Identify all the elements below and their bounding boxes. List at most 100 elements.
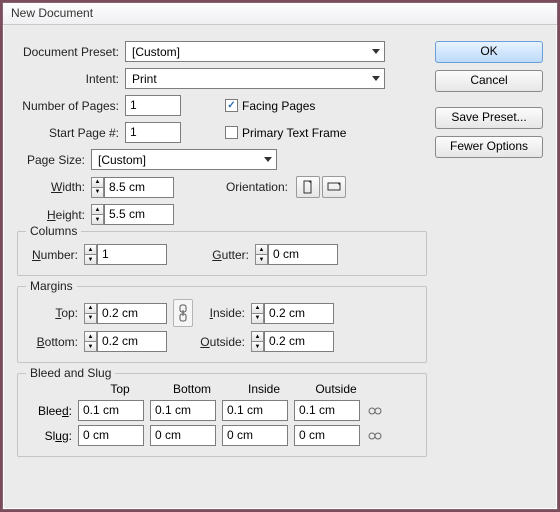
checkbox-facing-pages[interactable]: ✓ Facing Pages (225, 99, 315, 113)
checkbox-primary-text-frame[interactable]: Primary Text Frame (225, 126, 346, 140)
label-bleed: Bleed: (28, 404, 78, 418)
label-facing-pages: Facing Pages (242, 99, 315, 113)
label-columns-number: Number: (28, 248, 84, 262)
label-number-of-pages: Number of Pages: (17, 99, 125, 113)
link-slug-button[interactable] (366, 428, 384, 444)
group-columns: Columns Number: ▲▼ 1 Gutter: ▲▼ 0 cm (17, 231, 427, 276)
arrow-up-icon[interactable]: ▲ (84, 303, 97, 313)
legend-bleed-slug: Bleed and Slug (26, 366, 115, 380)
landscape-icon (327, 180, 341, 194)
arrow-down-icon[interactable]: ▼ (91, 214, 104, 225)
label-margin-bottom: Bottom: (28, 335, 84, 349)
spinner-margin-inside[interactable]: ▲▼ 0.2 cm (251, 303, 334, 324)
input-margin-bottom[interactable]: 0.2 cm (97, 331, 167, 352)
arrow-down-icon[interactable]: ▼ (84, 313, 97, 324)
group-bleed-slug: Bleed and Slug Top Bottom Inside Outside… (17, 373, 427, 457)
chain-link-icon (178, 304, 188, 322)
input-gutter[interactable]: 0 cm (268, 244, 338, 265)
input-margin-top[interactable]: 0.2 cm (97, 303, 167, 324)
arrow-up-icon[interactable]: ▲ (251, 303, 264, 313)
link-margins-button[interactable] (173, 299, 193, 327)
link-bleed-button[interactable] (366, 403, 384, 419)
select-intent-value: Print (132, 72, 157, 86)
chain-link-icon (368, 405, 382, 417)
label-slug: Slug: (28, 429, 78, 443)
arrow-down-icon[interactable]: ▼ (251, 341, 264, 352)
input-start-page[interactable]: 1 (125, 122, 181, 143)
spinner-columns-number[interactable]: ▲▼ 1 (84, 244, 167, 265)
group-margins: Margins Top: ▲▼ 0.2 cm Inside: ▲▼ 0.2 cm (17, 286, 427, 363)
input-bleed-top[interactable]: 0.1 cm (78, 400, 144, 421)
fewer-options-button[interactable]: Fewer Options (435, 136, 543, 158)
spinner-width[interactable]: ▲▼ 8.5 cm (91, 177, 174, 198)
header-outside: Outside (300, 382, 372, 396)
spinner-height[interactable]: ▲▼ 5.5 cm (91, 204, 174, 225)
arrow-down-icon[interactable]: ▼ (84, 341, 97, 352)
row-slug: Slug: 0 cm 0 cm 0 cm 0 cm (28, 425, 416, 446)
select-document-preset-value: [Custom] (132, 45, 180, 59)
checkbox-icon (225, 126, 238, 139)
spinner-margin-bottom[interactable]: ▲▼ 0.2 cm (84, 331, 167, 352)
label-width: Width: (37, 180, 91, 194)
header-bottom: Bottom (156, 382, 228, 396)
label-margin-outside: Outside: (199, 335, 251, 349)
label-margin-inside: Inside: (199, 306, 251, 320)
arrow-up-icon[interactable]: ▲ (84, 331, 97, 341)
input-width[interactable]: 8.5 cm (104, 177, 174, 198)
label-intent: Intent: (17, 72, 125, 86)
input-bleed-outside[interactable]: 0.1 cm (294, 400, 360, 421)
chevron-down-icon (264, 157, 272, 162)
label-page-size: Page Size: (17, 153, 91, 167)
input-slug-outside[interactable]: 0 cm (294, 425, 360, 446)
label-gutter: Gutter: (167, 248, 255, 262)
dialog-new-document: New Document Document Preset: [Custom] I… (2, 2, 558, 510)
window-title: New Document (11, 6, 93, 20)
input-bleed-bottom[interactable]: 0.1 cm (150, 400, 216, 421)
header-top: Top (84, 382, 156, 396)
input-slug-inside[interactable]: 0 cm (222, 425, 288, 446)
checkbox-icon: ✓ (225, 99, 238, 112)
arrow-up-icon[interactable]: ▲ (255, 244, 268, 254)
arrow-up-icon[interactable]: ▲ (251, 331, 264, 341)
input-bleed-inside[interactable]: 0.1 cm (222, 400, 288, 421)
label-margin-top: Top: (28, 306, 84, 320)
arrow-down-icon[interactable]: ▼ (91, 187, 104, 198)
ok-button[interactable]: OK (435, 41, 543, 63)
spinner-gutter[interactable]: ▲▼ 0 cm (255, 244, 338, 265)
orientation-portrait-button[interactable] (296, 176, 320, 198)
input-margin-outside[interactable]: 0.2 cm (264, 331, 334, 352)
orientation-landscape-button[interactable] (322, 176, 346, 198)
select-document-preset[interactable]: [Custom] (125, 41, 385, 62)
select-page-size[interactable]: [Custom] (91, 149, 277, 170)
arrow-up-icon[interactable]: ▲ (84, 244, 97, 254)
input-height[interactable]: 5.5 cm (104, 204, 174, 225)
input-margin-inside[interactable]: 0.2 cm (264, 303, 334, 324)
input-slug-top[interactable]: 0 cm (78, 425, 144, 446)
select-intent[interactable]: Print (125, 68, 385, 89)
arrow-up-icon[interactable]: ▲ (91, 204, 104, 214)
portrait-icon (301, 180, 315, 194)
input-columns-number[interactable]: 1 (97, 244, 167, 265)
label-primary-text-frame: Primary Text Frame (242, 126, 346, 140)
input-number-of-pages[interactable]: 1 (125, 95, 181, 116)
select-page-size-value: [Custom] (98, 153, 146, 167)
chevron-down-icon (372, 49, 380, 54)
row-bleed: Bleed: 0.1 cm 0.1 cm 0.1 cm 0.1 cm (28, 400, 416, 421)
label-start-page: Start Page #: (17, 126, 125, 140)
arrow-down-icon[interactable]: ▼ (84, 254, 97, 265)
legend-margins: Margins (26, 279, 77, 293)
arrow-down-icon[interactable]: ▼ (255, 254, 268, 265)
input-slug-bottom[interactable]: 0 cm (150, 425, 216, 446)
cancel-button[interactable]: Cancel (435, 70, 543, 92)
arrow-up-icon[interactable]: ▲ (91, 177, 104, 187)
spinner-margin-top[interactable]: ▲▼ 0.2 cm (84, 303, 167, 324)
header-inside: Inside (228, 382, 300, 396)
label-height: Height: (37, 208, 91, 222)
label-orientation: Orientation: (174, 180, 294, 194)
spinner-margin-outside[interactable]: ▲▼ 0.2 cm (251, 331, 334, 352)
chevron-down-icon (372, 76, 380, 81)
label-document-preset: Document Preset: (17, 45, 125, 59)
chain-link-icon (368, 430, 382, 442)
save-preset-button[interactable]: Save Preset... (435, 107, 543, 129)
arrow-down-icon[interactable]: ▼ (251, 313, 264, 324)
